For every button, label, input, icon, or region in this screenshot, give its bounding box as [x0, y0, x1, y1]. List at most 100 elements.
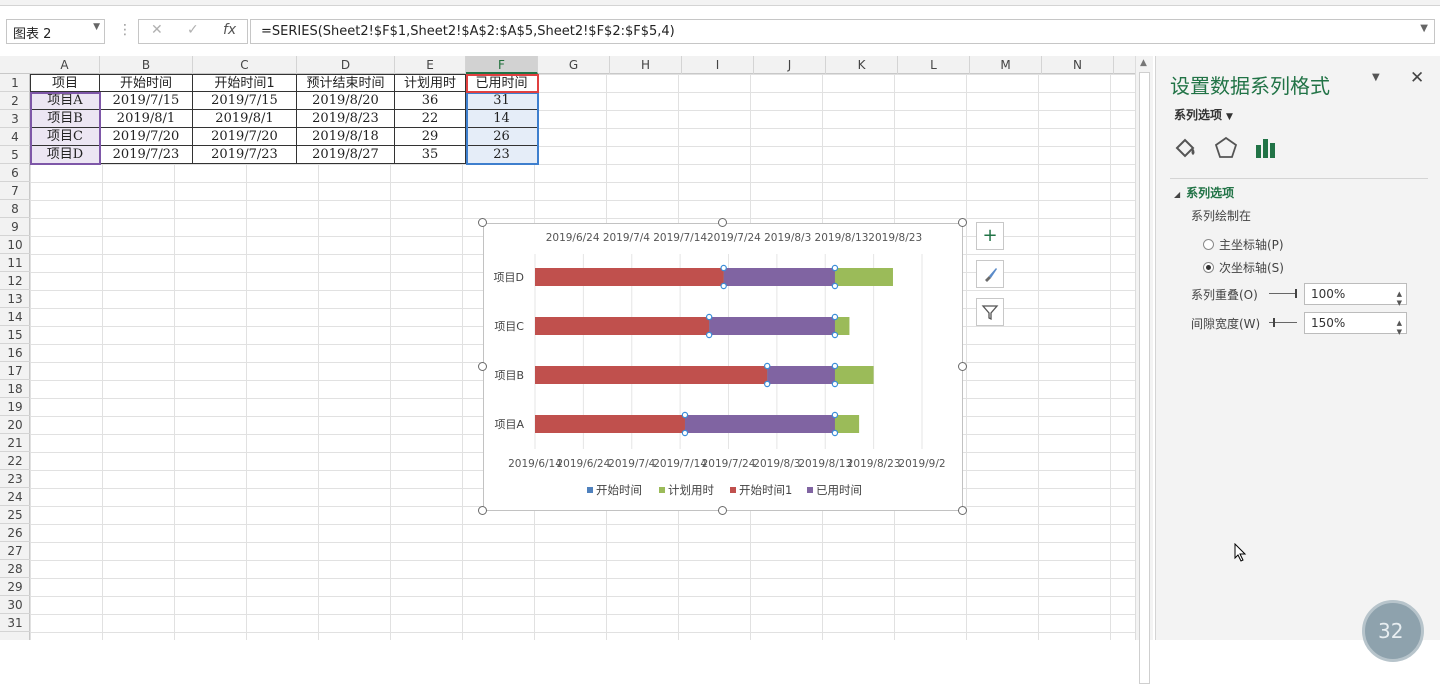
fill-line-icon[interactable]: [1172, 134, 1200, 162]
header-cell[interactable]: 计划用时: [395, 74, 466, 92]
secondary-axis-radio[interactable]: 次坐标轴(S): [1203, 259, 1284, 276]
table-cell[interactable]: 2019/7/23: [100, 146, 193, 164]
row-header[interactable]: 28: [0, 560, 30, 578]
row-header[interactable]: 15: [0, 326, 30, 344]
row-header[interactable]: 29: [0, 578, 30, 596]
resize-handle[interactable]: [718, 218, 727, 227]
row-header[interactable]: 31: [0, 614, 30, 632]
table-cell[interactable]: 2019/8/1: [193, 110, 297, 128]
series-options-icon[interactable]: [1252, 134, 1280, 162]
table-cell[interactable]: 2019/8/18: [297, 128, 395, 146]
row-header[interactable]: 11: [0, 254, 30, 272]
column-header-k[interactable]: K: [826, 56, 898, 74]
chart-filters-button[interactable]: [976, 298, 1004, 326]
header-cell[interactable]: 开始时间1: [193, 74, 297, 92]
column-header-b[interactable]: B: [100, 56, 193, 74]
row-header[interactable]: 13: [0, 290, 30, 308]
table-cell[interactable]: 31: [466, 92, 538, 110]
row-header[interactable]: 7: [0, 182, 30, 200]
table-cell[interactable]: 项目A: [30, 92, 100, 110]
column-header-h[interactable]: H: [610, 56, 682, 74]
gap-width-slider[interactable]: [1269, 318, 1297, 328]
table-cell[interactable]: 2019/8/23: [297, 110, 395, 128]
cancel-icon[interactable]: ✕: [151, 22, 163, 38]
row-header[interactable]: 1: [0, 74, 30, 92]
row-header[interactable]: 8: [0, 200, 30, 218]
row-header[interactable]: 6: [0, 164, 30, 182]
table-cell[interactable]: 22: [395, 110, 466, 128]
table-cell[interactable]: 2019/8/27: [297, 146, 395, 164]
scroll-thumb[interactable]: [1139, 72, 1150, 684]
close-icon[interactable]: ✕: [1410, 68, 1424, 88]
header-cell[interactable]: 预计结束时间: [297, 74, 395, 92]
header-cell[interactable]: 开始时间: [100, 74, 193, 92]
chevron-down-icon[interactable]: ▼: [93, 22, 100, 32]
table-cell[interactable]: 35: [395, 146, 466, 164]
scroll-up-icon[interactable]: ▲: [1140, 58, 1147, 68]
section-series-options[interactable]: ◢ 系列选项: [1174, 184, 1234, 201]
resize-handle[interactable]: [478, 362, 487, 371]
table-cell[interactable]: 36: [395, 92, 466, 110]
row-header[interactable]: 25: [0, 506, 30, 524]
table-cell[interactable]: 项目C: [30, 128, 100, 146]
table-cell[interactable]: 23: [466, 146, 538, 164]
table-cell[interactable]: 2019/7/23: [193, 146, 297, 164]
row-header[interactable]: 17: [0, 362, 30, 380]
chart-styles-button[interactable]: [976, 260, 1004, 288]
row-header[interactable]: 24: [0, 488, 30, 506]
name-box[interactable]: 图表 2 ▼: [6, 19, 105, 44]
resize-handle[interactable]: [958, 506, 967, 515]
row-header[interactable]: 19: [0, 398, 30, 416]
row-header[interactable]: 16: [0, 344, 30, 362]
table-cell[interactable]: 2019/8/1: [100, 110, 193, 128]
row-header[interactable]: 12: [0, 272, 30, 290]
series-options-dropdown[interactable]: 系列选项 ▼: [1174, 106, 1233, 123]
effects-icon[interactable]: [1212, 134, 1240, 162]
resize-handle[interactable]: [478, 506, 487, 515]
row-header[interactable]: 23: [0, 470, 30, 488]
row-header[interactable]: 10: [0, 236, 30, 254]
table-cell[interactable]: 项目B: [30, 110, 100, 128]
spin-down-icon[interactable]: ▼: [1397, 322, 1402, 342]
header-cell[interactable]: 项目: [30, 74, 100, 92]
resize-handle[interactable]: [718, 506, 727, 515]
column-header-g[interactable]: G: [538, 56, 610, 74]
gap-width-input[interactable]: 150% ▲ ▼: [1304, 312, 1407, 336]
resize-handle[interactable]: [958, 218, 967, 227]
table-cell[interactable]: 14: [466, 110, 538, 128]
formula-input[interactable]: =SERIES(Sheet2!$F$1,Sheet2!$A$2:$A$5,She…: [250, 19, 1435, 44]
overlap-slider[interactable]: [1269, 289, 1297, 299]
insert-function-icon[interactable]: fx: [223, 22, 236, 38]
column-header-e[interactable]: E: [395, 56, 466, 74]
table-cell[interactable]: 2019/8/20: [297, 92, 395, 110]
column-header-j[interactable]: J: [754, 56, 826, 74]
column-header-c[interactable]: C: [193, 56, 297, 74]
chevron-down-icon[interactable]: ▼: [1372, 72, 1380, 83]
gantt-chart[interactable]: 2019/6/24 2019/7/4 2019/7/14 2019/7/24 2019/…: [483, 223, 963, 511]
row-header[interactable]: 3: [0, 110, 30, 128]
spin-down-icon[interactable]: ▼: [1397, 293, 1402, 313]
row-header[interactable]: 26: [0, 524, 30, 542]
row-header[interactable]: 18: [0, 380, 30, 398]
row-header[interactable]: 4: [0, 128, 30, 146]
column-header-i[interactable]: I: [682, 56, 754, 74]
chevron-down-icon[interactable]: ▼: [1420, 23, 1428, 34]
row-header[interactable]: 14: [0, 308, 30, 326]
row-header[interactable]: 9: [0, 218, 30, 236]
row-header[interactable]: 21: [0, 434, 30, 452]
overlap-input[interactable]: 100% ▲ ▼: [1304, 283, 1407, 307]
column-header-f[interactable]: F: [466, 56, 538, 74]
vertical-scrollbar[interactable]: ▲: [1135, 56, 1153, 684]
column-header-a[interactable]: A: [30, 56, 100, 74]
row-header[interactable]: 5: [0, 146, 30, 164]
resize-handle[interactable]: [478, 218, 487, 227]
primary-axis-radio[interactable]: 主坐标轴(P): [1203, 236, 1284, 253]
table-cell[interactable]: 2019/7/20: [193, 128, 297, 146]
table-cell[interactable]: 2019/7/20: [100, 128, 193, 146]
table-cell[interactable]: 2019/7/15: [193, 92, 297, 110]
column-header-n[interactable]: N: [1042, 56, 1114, 74]
row-header[interactable]: 30: [0, 596, 30, 614]
enter-icon[interactable]: ✓: [187, 22, 199, 38]
header-cell[interactable]: 已用时间: [466, 74, 538, 92]
row-header[interactable]: 2: [0, 92, 30, 110]
